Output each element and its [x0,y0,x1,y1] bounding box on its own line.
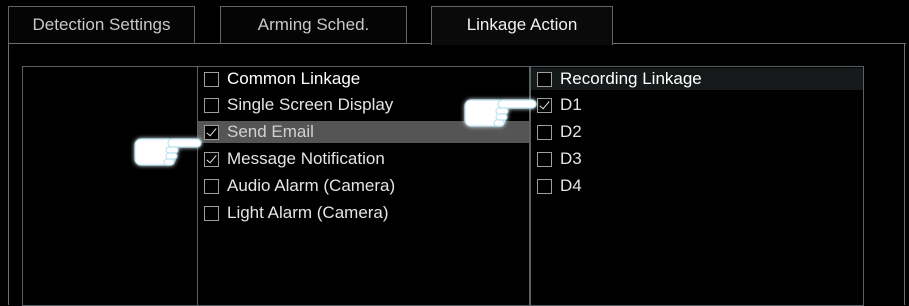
tab-detection-settings[interactable]: Detection Settings [8,6,195,43]
checkbox[interactable] [204,178,219,194]
item-label: Audio Alarm (Camera) [227,176,396,195]
tab-label: Arming Sched. [257,15,370,34]
item-label: D3 [560,149,582,168]
item-label: D4 [560,176,582,195]
recording-item-d1[interactable]: D1 [531,94,863,116]
common-linkage-label: Common Linkage [227,69,361,88]
linkage-item-audio-alarm[interactable]: Audio Alarm (Camera) [198,175,529,197]
linkage-item-message-notification[interactable]: Message Notification [198,148,529,170]
tab-label: Detection Settings [32,15,171,34]
tab-linkage-action[interactable]: Linkage Action [431,6,613,45]
recording-linkage-label: Recording Linkage [560,69,702,88]
tab-label: Linkage Action [466,15,578,34]
recording-linkage-list[interactable]: Recording Linkage D1 D2 D3 D4 [530,66,864,306]
item-label: D1 [560,95,582,114]
linkage-item-light-alarm[interactable]: Light Alarm (Camera) [198,202,529,224]
recording-linkage-checkbox[interactable] [537,71,552,87]
checkbox[interactable] [204,124,219,140]
tab-arming-schedule[interactable]: Arming Sched. [220,6,407,43]
hand-pointer-icon [464,99,537,127]
hand-pointer-icon [134,138,202,166]
linkage-side-panel [22,66,198,306]
common-linkage-header[interactable]: Common Linkage [198,68,529,90]
item-label: Message Notification [227,149,385,168]
checkbox[interactable] [537,178,552,194]
item-label: Light Alarm (Camera) [227,203,389,222]
checkbox[interactable] [204,97,219,113]
linkage-settings-screen: Detection Settings Arming Sched. Linkage… [0,0,909,306]
recording-item-d3[interactable]: D3 [531,148,863,170]
recording-linkage-header[interactable]: Recording Linkage [531,68,863,90]
checkbox[interactable] [204,151,219,167]
recording-item-d4[interactable]: D4 [531,175,863,197]
checkbox[interactable] [204,205,219,221]
common-linkage-checkbox[interactable] [204,71,219,87]
checkbox[interactable] [537,151,552,167]
item-label: Single Screen Display [227,95,394,114]
item-label: D2 [560,122,582,141]
item-label: Send Email [227,122,314,141]
recording-item-d2[interactable]: D2 [531,121,863,143]
